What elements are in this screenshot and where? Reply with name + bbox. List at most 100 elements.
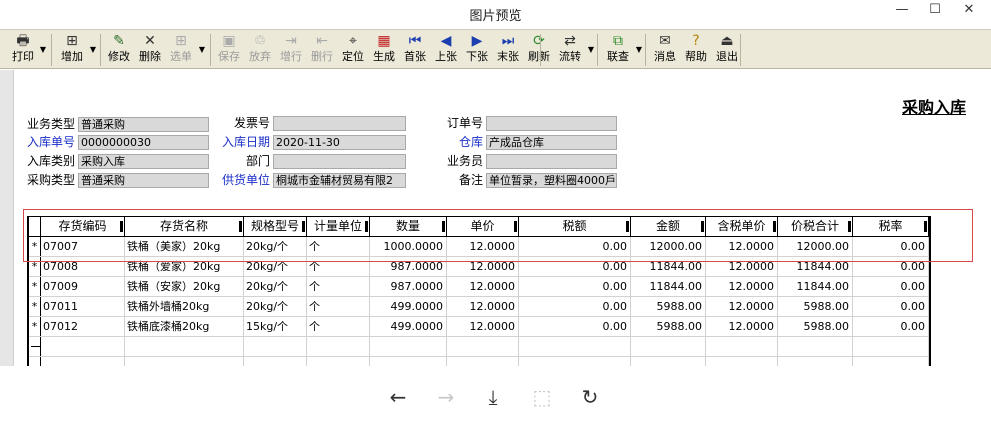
cell-spec[interactable]: 20kg/个 xyxy=(244,277,307,296)
table-row[interactable]: * 07009 铁桶（安家）20kg 20kg/个个 987.0000 12.0000 0.… xyxy=(29,277,929,297)
cell-amount[interactable]: 5988.00 xyxy=(631,317,706,336)
add-row-button[interactable]: ⇥ 增行 xyxy=(276,32,306,68)
inbound-date-field[interactable]: 2020-11-30 xyxy=(273,135,406,150)
cell-item-code[interactable]: 07012 xyxy=(41,317,125,336)
fit-screen-icon[interactable]: ⬚ xyxy=(529,384,555,410)
salesman-field[interactable] xyxy=(486,154,617,169)
cell-row-marker[interactable]: * xyxy=(29,317,41,336)
last-button[interactable]: ⏭ 末张 xyxy=(493,32,523,68)
print-dropdown-arrow-icon[interactable]: ▼ xyxy=(37,32,49,68)
cell-tax-incl-price[interactable]: 12.0000 xyxy=(706,297,778,316)
cell-row-marker[interactable]: * xyxy=(29,297,41,316)
cell-row-marker[interactable] xyxy=(29,337,41,356)
cell-tax-amount[interactable] xyxy=(519,337,631,356)
download-icon[interactable]: ⤓ xyxy=(480,384,506,410)
cell-spec[interactable]: 15kg/个 xyxy=(244,317,307,336)
order-no-field[interactable] xyxy=(486,116,617,131)
cell-tax-incl-price[interactable]: 12.0000 xyxy=(706,317,778,336)
cell-item-code[interactable]: 07011 xyxy=(41,297,125,316)
cell-tax-amount[interactable]: 0.00 xyxy=(519,277,631,296)
cell-unit[interactable]: 个 xyxy=(307,297,370,316)
refresh-button[interactable]: ⟳ 刷新 xyxy=(524,32,554,68)
add-dropdown-arrow-icon[interactable]: ▼ xyxy=(87,32,99,68)
remark-field[interactable]: 单位暂录，塑料圈4000戶 xyxy=(486,173,617,188)
warehouse-field[interactable]: 产成品仓库 xyxy=(486,135,617,150)
flow-dropdown-arrow-icon[interactable]: ▼ xyxy=(585,32,597,68)
help-button[interactable]: ? 帮助 xyxy=(681,32,711,68)
message-button[interactable]: ✉ 消息 xyxy=(650,32,680,68)
cell-total[interactable]: 11844.00 xyxy=(778,277,853,296)
flow-button[interactable]: ⇄ 流转 xyxy=(555,32,585,68)
add-button[interactable]: ⊞ 增加 xyxy=(57,32,87,68)
cell-spec[interactable] xyxy=(244,337,307,356)
delete-button[interactable]: ✕ 删除 xyxy=(135,32,165,68)
minimize-button[interactable]: — xyxy=(885,0,919,22)
cell-quantity[interactable]: 499.0000 xyxy=(370,297,447,316)
cell-quantity[interactable] xyxy=(370,337,447,356)
inbound-no-field[interactable]: 0000000030 xyxy=(78,135,209,150)
maximize-button[interactable]: ☐ xyxy=(918,0,952,22)
cell-item-name[interactable]: 铁桶底漆桶20kg xyxy=(125,317,244,336)
previous-button[interactable]: ◀ 上张 xyxy=(431,32,461,68)
cell-amount[interactable]: 5988.00 xyxy=(631,297,706,316)
next-button[interactable]: ▶ 下张 xyxy=(462,32,492,68)
cell-unit[interactable] xyxy=(307,337,370,356)
cell-item-name[interactable] xyxy=(125,337,244,356)
empty-row[interactable] xyxy=(29,337,929,357)
cell-amount[interactable] xyxy=(631,337,706,356)
cell-tax-incl-price[interactable] xyxy=(706,337,778,356)
select-bill-button[interactable]: ⊞ 选单 xyxy=(166,32,196,68)
department-field[interactable] xyxy=(273,154,406,169)
discard-button[interactable]: ♲ 放弃 xyxy=(245,32,275,68)
business-type-field[interactable]: 普通采购 xyxy=(78,117,209,132)
cell-unit-price[interactable]: 12.0000 xyxy=(447,317,519,336)
cell-unit-price[interactable] xyxy=(447,337,519,356)
first-button[interactable]: ⏮ 首张 xyxy=(400,32,430,68)
query-button[interactable]: ⧉ 联查 xyxy=(603,32,633,68)
cell-tax-rate[interactable]: 0.00 xyxy=(853,277,929,296)
close-button[interactable]: ✕ xyxy=(952,0,986,22)
cell-item-name[interactable]: 铁桶（安家）20kg xyxy=(125,277,244,296)
cell-item-name[interactable]: 铁桶外墙桶20kg xyxy=(125,297,244,316)
cell-tax-rate[interactable]: 0.00 xyxy=(853,317,929,336)
table-row[interactable]: * 07011 铁桶外墙桶20kg 20kg/个个 499.0000 12.0000 0.0… xyxy=(29,297,929,317)
cell-spec[interactable]: 20kg/个 xyxy=(244,297,307,316)
cell-total[interactable]: 5988.00 xyxy=(778,317,853,336)
cell-unit[interactable]: 个 xyxy=(307,277,370,296)
print-button[interactable]: 🖶 打印 xyxy=(8,32,38,68)
cell-quantity[interactable]: 499.0000 xyxy=(370,317,447,336)
invoice-no-field[interactable] xyxy=(273,116,406,131)
purchase-type-field[interactable]: 普通采购 xyxy=(78,173,209,188)
last-icon: ⏭ xyxy=(501,33,515,49)
locate-button[interactable]: ⌖ 定位 xyxy=(338,32,368,68)
cell-tax-amount[interactable]: 0.00 xyxy=(519,317,631,336)
cell-total[interactable] xyxy=(778,337,853,356)
cell-tax-rate[interactable] xyxy=(853,337,929,356)
supplier-field[interactable]: 桐城市金辅材贸易有限2 xyxy=(273,173,406,188)
cell-item-code[interactable] xyxy=(41,337,125,356)
cell-row-marker[interactable]: * xyxy=(29,277,41,296)
save-button[interactable]: ▣ 保存 xyxy=(214,32,244,68)
cell-quantity[interactable]: 987.0000 xyxy=(370,277,447,296)
cell-amount[interactable]: 11844.00 xyxy=(631,277,706,296)
cell-tax-rate[interactable]: 0.00 xyxy=(853,297,929,316)
generate-button[interactable]: ▦ 生成 xyxy=(369,32,399,68)
delete-row-button[interactable]: ⇤ 删行 xyxy=(307,32,337,68)
query-dropdown-arrow-icon[interactable]: ▼ xyxy=(633,32,645,68)
next-label: 下张 xyxy=(466,50,488,63)
exit-button[interactable]: ⏏ 退出 xyxy=(712,32,742,68)
cell-total[interactable]: 5988.00 xyxy=(778,297,853,316)
edit-button[interactable]: ✎ 修改 xyxy=(104,32,134,68)
arrow-right-icon[interactable]: → xyxy=(433,384,459,410)
cell-unit-price[interactable]: 12.0000 xyxy=(447,277,519,296)
arrow-left-icon[interactable]: ← xyxy=(385,384,411,410)
select-bill-dropdown-arrow-icon[interactable]: ▼ xyxy=(196,32,208,68)
inbound-category-field[interactable]: 采购入库 xyxy=(78,154,209,169)
cell-unit-price[interactable]: 12.0000 xyxy=(447,297,519,316)
cell-item-code[interactable]: 07009 xyxy=(41,277,125,296)
table-row[interactable]: * 07012 铁桶底漆桶20kg 15kg/个个 499.0000 12.0000 0.0… xyxy=(29,317,929,337)
rotate-icon[interactable]: ↻ xyxy=(577,384,603,410)
cell-tax-incl-price[interactable]: 12.0000 xyxy=(706,277,778,296)
cell-unit[interactable]: 个 xyxy=(307,317,370,336)
cell-tax-amount[interactable]: 0.00 xyxy=(519,297,631,316)
